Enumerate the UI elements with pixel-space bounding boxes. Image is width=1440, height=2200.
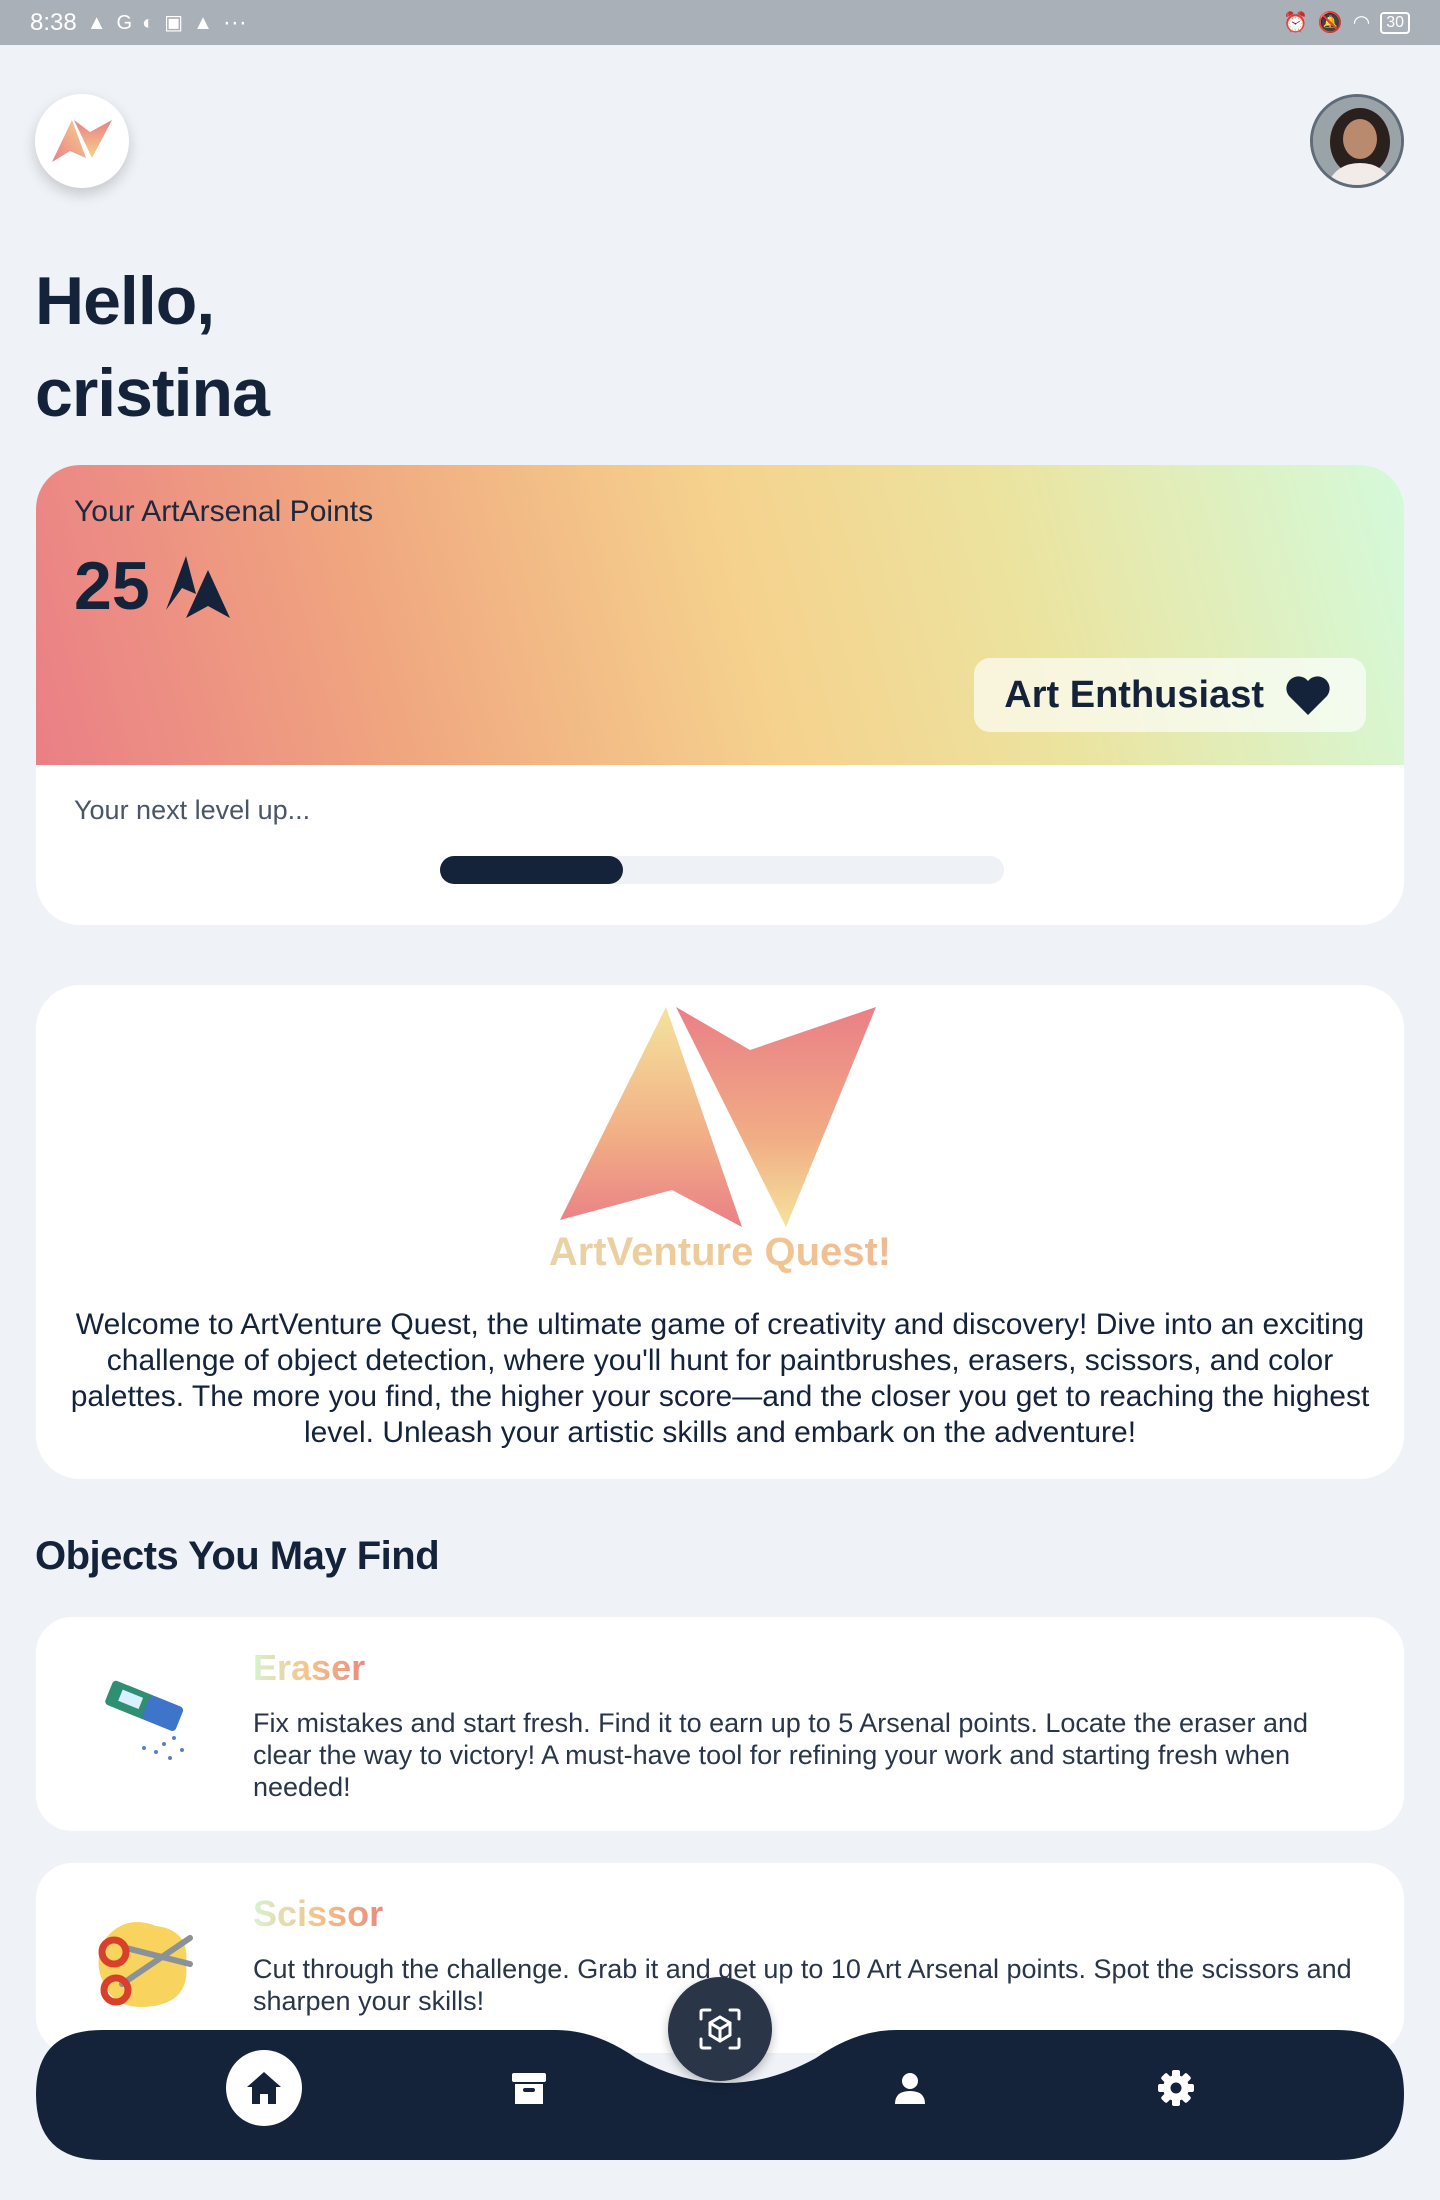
battery-indicator: 30 [1380,11,1410,34]
greeting: Hello, cristina [35,255,270,439]
notification-icon: ▲ [86,11,107,34]
object-description: Fix mistakes and start fresh. Find it to… [253,1708,1309,1802]
nav-home-button[interactable] [226,2050,302,2126]
welcome-card: ArtVenture Quest! Welcome to ArtVenture … [36,985,1404,1479]
level-badge: Art Enthusiast [974,658,1366,732]
eraser-icon [105,1680,184,1760]
settings-icon [1158,2070,1194,2106]
status-time: 8:38 [30,8,77,36]
greeting-line-1: Hello, [35,263,215,339]
objects-section-title: Objects You May Find [35,1534,440,1578]
scan-object-button[interactable] [668,1977,772,2081]
artventure-logo [560,1007,876,1227]
archive-icon [512,2073,546,2104]
points-number: 25 [74,548,150,624]
more-notifications: ··· [222,8,247,36]
profile-avatar[interactable] [1310,94,1404,188]
nav-profile-button[interactable] [872,2050,948,2126]
points-label: Your ArtArsenal Points [74,495,374,528]
mute-icon: 🔕 [1317,11,1343,34]
level-progress-fill [440,856,624,884]
greeting-user-name: cristina [35,355,270,431]
points-card-gradient: Your ArtArsenal Points 25 Art Enthusiast [36,465,1404,765]
app-icon: ▲ [193,11,213,34]
welcome-description: Welcome to ArtVenture Quest, the ultimat… [70,1308,1370,1449]
home-icon [247,2072,281,2104]
app-logo-button[interactable] [35,94,129,188]
object-name: Eraser [253,1647,366,1688]
avatar-photo [1313,97,1401,185]
object-name: Scissor [253,1893,384,1934]
scan-icon [699,2008,741,2050]
bag-icon: ▣ [164,11,184,34]
object-description: Cut through the challenge. Grab it and g… [253,1954,1352,2016]
arsenal-points-icon [165,556,230,618]
app-logo-icon [52,120,112,162]
object-card-eraser[interactable]: Eraser Fix mistakes and start fresh. Fin… [36,1617,1404,1831]
alarm-icon: ⏰ [1282,11,1308,34]
nav-archive-button[interactable] [491,2050,567,2126]
sync-icon: ◐ [142,11,155,34]
level-progress-bar [440,856,1004,884]
points-value: 25 [74,547,232,625]
wifi-icon: ◠ [1352,11,1371,34]
status-bar: 8:38 ▲ G ◐ ▣ ▲ ··· ⏰ 🔕 ◠ 30 [0,0,1440,45]
nav-settings-button[interactable] [1138,2050,1214,2126]
scissors-icon [98,1922,193,2008]
profile-icon [895,2073,925,2104]
points-card: Your ArtArsenal Points 25 Art Enthusiast… [36,465,1404,925]
next-level-label: Your next level up... [74,795,311,825]
game-title: ArtVenture Quest! [36,1230,1404,1275]
level-badge-label: Art Enthusiast [1004,673,1264,716]
google-icon: G [116,11,133,34]
heart-icon [1286,676,1330,715]
